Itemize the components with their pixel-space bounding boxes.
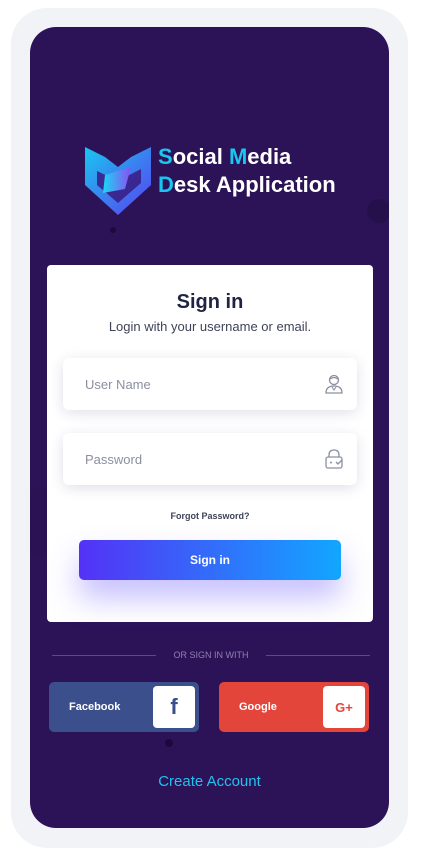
forgot-password-link[interactable]: Forgot Password? [47,511,373,521]
or-divider: OR SIGN IN WITH [52,648,370,662]
decor-dot [367,199,389,223]
facebook-icon: f [153,686,195,728]
password-input[interactable] [63,433,357,485]
divider-line [266,655,370,656]
lock-icon [325,449,343,469]
app-name-line2: Desk Application [158,172,336,197]
create-account-link[interactable]: Create Account [30,773,389,790]
facebook-signin-button[interactable]: Facebook f [49,682,199,732]
password-field-wrapper [63,433,357,485]
decor-dot [165,739,173,747]
username-input[interactable] [63,358,357,410]
app-name-line1: Social Media [158,144,292,169]
google-signin-button[interactable]: Google G+ [219,682,369,732]
app-logo: Social Media Desk Application [83,143,343,223]
app-screen: Social Media Desk Application Sign in Lo… [30,27,389,828]
app-name: Social Media Desk Application [158,143,336,199]
signin-card: Sign in Login with your username or emai… [47,265,373,622]
signin-button[interactable]: Sign in [79,540,341,580]
google-label: Google [239,701,277,713]
card-subtitle: Login with your username or email. [108,319,312,334]
google-plus-icon: G+ [323,686,365,728]
card-title: Sign in [176,291,244,313]
username-field-wrapper [63,358,357,410]
facebook-label: Facebook [69,701,121,713]
decor-dot [110,227,116,233]
shield-logo-icon [85,147,151,215]
user-icon [325,374,343,394]
